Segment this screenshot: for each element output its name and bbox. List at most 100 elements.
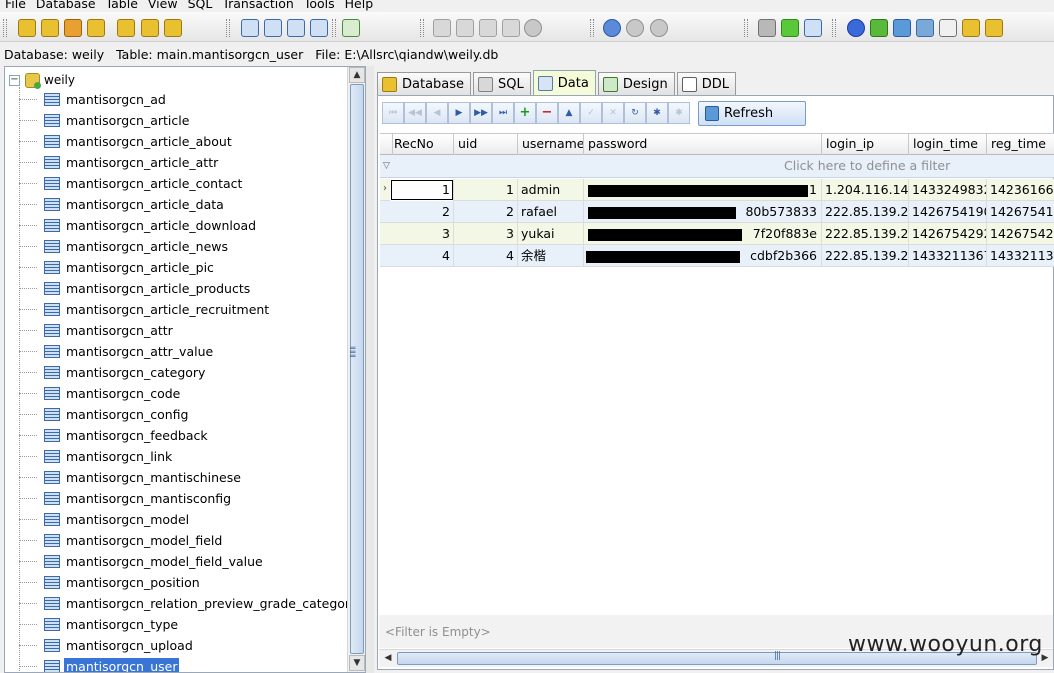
prior-page-icon[interactable]: ◀◀ bbox=[404, 102, 426, 124]
cell-uid[interactable]: 2 bbox=[454, 201, 518, 223]
cell-username[interactable]: yukai bbox=[518, 223, 584, 245]
rollback-transaction-icon[interactable] bbox=[650, 19, 668, 37]
cell-password[interactable]: cdbf2b366 bbox=[584, 245, 822, 267]
mail-icon[interactable] bbox=[939, 19, 957, 37]
cell-recno[interactable]: 3 bbox=[390, 223, 454, 245]
tree-item-table[interactable]: mantisorgcn_link bbox=[19, 446, 348, 466]
cell-login-time[interactable]: 1433211367 bbox=[909, 245, 987, 267]
refresh-button[interactable]: Refresh bbox=[698, 101, 806, 126]
filter-status-text[interactable]: <Filter is Empty> bbox=[385, 625, 491, 639]
open-database-icon[interactable] bbox=[18, 19, 36, 37]
tree-item-table[interactable]: mantisorgcn_model_field_value bbox=[19, 551, 348, 571]
cell-username[interactable]: admin bbox=[518, 179, 584, 201]
collapse-icon[interactable]: − bbox=[9, 74, 20, 86]
cell-login-time[interactable]: 1426754190 bbox=[909, 201, 987, 223]
column-header-recno[interactable]: RecNo bbox=[390, 134, 454, 155]
scroll-down-icon[interactable]: ▼ bbox=[349, 655, 365, 671]
scroll-up-icon[interactable]: ▲ bbox=[349, 67, 365, 83]
scroll-left-icon[interactable]: ◀ bbox=[380, 651, 396, 667]
menu-file[interactable]: File bbox=[0, 0, 31, 11]
tree-item-table[interactable]: mantisorgcn_position bbox=[19, 572, 348, 592]
first-record-icon[interactable]: ⏮ bbox=[382, 102, 404, 124]
menu-help[interactable]: Help bbox=[340, 0, 379, 11]
help-icon[interactable] bbox=[847, 19, 865, 37]
cell-uid[interactable]: 1 bbox=[454, 179, 518, 201]
next-page-icon[interactable]: ▶▶ bbox=[470, 102, 492, 124]
tree-item-table[interactable]: mantisorgcn_config bbox=[19, 404, 348, 424]
begin-transaction-icon[interactable] bbox=[603, 19, 621, 37]
tab-sql[interactable]: SQL bbox=[473, 72, 531, 96]
tree-scroll-thumb[interactable] bbox=[350, 84, 364, 654]
commit-transaction-icon[interactable] bbox=[626, 19, 644, 37]
about-icon[interactable] bbox=[985, 19, 1003, 37]
cell-uid[interactable]: 4 bbox=[454, 245, 518, 267]
tree-item-table[interactable]: mantisorgcn_ad bbox=[19, 89, 348, 109]
tree-item-table[interactable]: mantisorgcn_article_recruitment bbox=[19, 299, 348, 319]
cell-password[interactable]: 7f20f883e bbox=[584, 223, 822, 245]
cell-recno[interactable]: 4 bbox=[390, 245, 454, 267]
column-header-username[interactable]: username bbox=[518, 134, 584, 155]
tree-item-table[interactable]: mantisorgcn_article_download bbox=[19, 215, 348, 235]
tree-item-table[interactable]: mantisorgcn_article_news bbox=[19, 236, 348, 256]
filter-row[interactable]: ▽ Click here to define a filter bbox=[380, 155, 1054, 178]
sql-script-save-icon[interactable] bbox=[502, 19, 520, 37]
tree-item-table[interactable]: mantisorgcn_feedback bbox=[19, 425, 348, 445]
tree-root-node[interactable]: − weily bbox=[9, 70, 75, 90]
menu-database[interactable]: Database bbox=[31, 0, 101, 11]
tree-item-table[interactable]: mantisorgcn_attr bbox=[19, 320, 348, 340]
tree-item-table[interactable]: mantisorgcn_relation_preview_grade_categ… bbox=[19, 593, 357, 613]
drop-table-icon[interactable] bbox=[310, 19, 328, 37]
cell-login-ip[interactable]: 222.85.139.23 bbox=[822, 245, 909, 267]
cancel-edit-icon[interactable]: ✕ bbox=[602, 102, 624, 124]
delete-record-icon[interactable]: − bbox=[536, 102, 558, 124]
tab-data[interactable]: Data bbox=[532, 70, 596, 96]
tree-item-table[interactable]: mantisorgcn_article_about bbox=[19, 131, 348, 151]
tree-item-table[interactable]: mantisorgcn_article_pic bbox=[19, 257, 348, 277]
tree-item-table[interactable]: mantisorgcn_article_attr bbox=[19, 152, 348, 172]
cell-reg-time[interactable]: 1426754190 bbox=[987, 201, 1054, 223]
filter-hint[interactable]: Click here to define a filter bbox=[784, 158, 950, 173]
column-header-login-ip[interactable]: login_ip bbox=[822, 134, 909, 155]
tree-item-table[interactable]: mantisorgcn_upload bbox=[19, 635, 348, 655]
next-record-icon[interactable]: ▶ bbox=[448, 102, 470, 124]
post-record-icon[interactable]: ✓ bbox=[580, 102, 602, 124]
tab-database[interactable]: Database bbox=[377, 72, 472, 96]
new-table-icon[interactable] bbox=[241, 19, 259, 37]
tree-item-table[interactable]: mantisorgcn_attr_value bbox=[19, 341, 348, 361]
tree-item-table[interactable]: mantisorgcn_article_data bbox=[19, 194, 348, 214]
tree-item-table[interactable]: mantisorgcn_mantischinese bbox=[19, 467, 348, 487]
menu-tools[interactable]: Tools bbox=[299, 0, 340, 11]
web-update-icon[interactable] bbox=[870, 19, 888, 37]
tab-design[interactable]: Design bbox=[597, 72, 675, 96]
tree-item-table[interactable]: mantisorgcn_code bbox=[19, 383, 348, 403]
compact-database-icon[interactable] bbox=[164, 19, 182, 37]
tab-ddl[interactable]: DDL bbox=[676, 72, 736, 96]
menu-sql[interactable]: SQL bbox=[183, 0, 218, 11]
tree-item-table[interactable]: mantisorgcn_type bbox=[19, 614, 348, 634]
last-record-icon[interactable]: ⏭ bbox=[492, 102, 514, 124]
table-row[interactable]: 3 3 yukai 7f20f883e 222.85.139.23 1426754292 1… bbox=[380, 223, 1054, 245]
database-properties-icon[interactable] bbox=[117, 19, 135, 37]
menu-view[interactable]: View bbox=[143, 0, 183, 11]
insert-record-icon[interactable]: + bbox=[514, 102, 536, 124]
cell-reg-time[interactable]: 1423616630 bbox=[987, 179, 1054, 201]
refresh-records-icon[interactable]: ↻ bbox=[624, 102, 646, 124]
tree-item-table[interactable]: mantisorgcn_article bbox=[19, 110, 348, 130]
column-header-reg-time[interactable]: reg_time bbox=[987, 134, 1054, 155]
column-header-uid[interactable]: uid bbox=[454, 134, 518, 155]
menu-table[interactable]: Table bbox=[101, 0, 143, 11]
table-row[interactable]: 2 2 rafael 80b573833 222.85.139.23 1426754190… bbox=[380, 201, 1054, 223]
cell-login-ip[interactable]: 222.85.139.23 bbox=[822, 201, 909, 223]
menu-transaction[interactable]: Transaction bbox=[217, 0, 299, 11]
cell-recno[interactable]: 1 bbox=[390, 179, 454, 201]
sql-script-icon[interactable] bbox=[433, 19, 451, 37]
cell-login-time[interactable]: 1433249832 bbox=[909, 179, 987, 201]
sql-script-stop-icon[interactable] bbox=[479, 19, 497, 37]
tree-vertical-scrollbar[interactable]: ▲ ═ ═ ═ ▼ bbox=[347, 67, 365, 672]
attach-database-icon[interactable] bbox=[87, 19, 105, 37]
column-header-login-time[interactable]: login_time bbox=[909, 134, 987, 155]
cell-username[interactable]: 余楷 bbox=[518, 245, 584, 267]
cell-login-ip[interactable]: 1.204.116.145 bbox=[822, 179, 909, 201]
panel-splitter[interactable] bbox=[366, 66, 374, 673]
edit-pen-icon[interactable] bbox=[916, 19, 934, 37]
